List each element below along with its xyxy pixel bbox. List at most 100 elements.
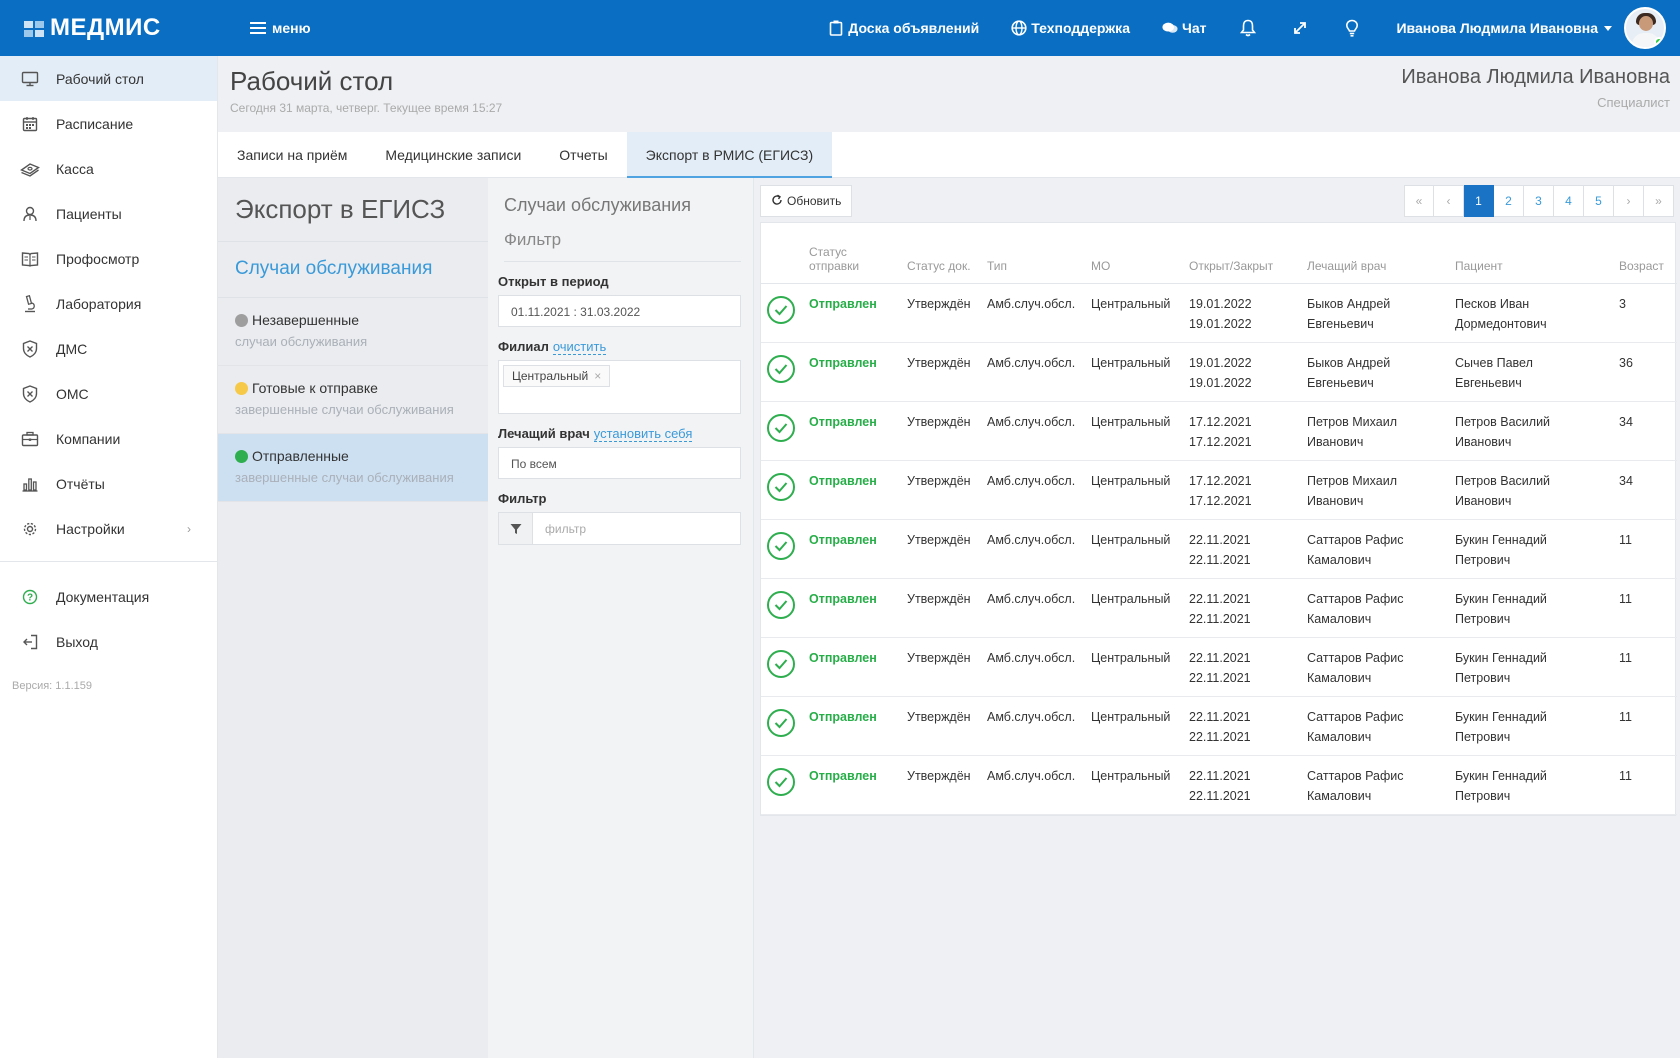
col-dates[interactable]: Открыт/Закрыт [1183,223,1301,284]
user-menu[interactable]: Иванова Людмила Ивановна [1396,20,1612,36]
category-ready[interactable]: Готовые к отправке завершенные случаи об… [218,366,488,434]
page-next[interactable]: › [1614,185,1644,217]
row-dates: 17.12.2021 17.12.2021 [1183,460,1301,520]
row-status: Отправлен [803,342,901,402]
row-dates: 22.11.2021 22.11.2021 [1183,637,1301,697]
category-cases-link[interactable]: Случаи обслуживания [218,242,488,298]
status-dot-icon [235,381,248,395]
sidebar-item-exit[interactable]: Выход [0,619,217,664]
row-doc-status: Утверждён [901,342,981,402]
category-sent[interactable]: Отправленные завершенные случаи обслужив… [218,434,488,502]
period-input[interactable]: 01.11.2021 : 31.03.2022 [498,295,741,327]
menu-label: меню [272,20,311,36]
row-patient: Сычев Павел Евгеньевич [1449,342,1613,402]
sidebar-item-desktop[interactable]: Рабочий стол [0,56,217,101]
branch-label: Филиал очистить [498,339,607,355]
table-toolbar: Обновить « ‹ 1 2 3 4 5 › » [760,185,1674,217]
close-icon[interactable]: × [594,369,601,383]
row-status: Отправлен [803,401,901,461]
category-desc: завершенные случаи обслуживания [235,402,454,417]
col-patient[interactable]: Пациент [1449,223,1613,284]
page-last[interactable]: » [1644,185,1674,217]
svg-text:?: ? [27,592,33,603]
row-doc-status: Утверждён [901,519,981,579]
logo-mark-icon [24,18,46,38]
branch-select[interactable]: Центральный × [498,360,741,414]
filter-panel: Случаи обслуживания Фильтр Открыт в пери… [488,178,754,1058]
branch-clear-link[interactable]: очистить [552,339,607,355]
sidebar-item-dms[interactable]: ДМС [0,326,217,371]
page-4[interactable]: 4 [1554,185,1584,217]
row-doc-status: Утверждён [901,637,981,697]
cash-icon [20,159,40,179]
board-link[interactable]: Доска объявлений [828,20,979,36]
refresh-button[interactable]: Обновить [760,185,853,217]
sidebar-item-reports[interactable]: Отчёты [0,461,217,506]
branch-chip: Центральный × [503,365,611,387]
doctor-set-self-link[interactable]: установить себя [593,426,693,442]
app-logo[interactable]: МЕДМИС [0,0,218,56]
col-doc-status[interactable]: Статус док. [901,223,981,284]
category-desc: случаи обслуживания [235,334,368,349]
cases-table: Статус отправки Статус док. Тип МО Откры… [761,223,1677,815]
row-type: Амб.случ.обсл. [981,283,1085,343]
category-label: Готовые к отправке [252,380,378,396]
page-2[interactable]: 2 [1494,185,1524,217]
lightbulb-icon[interactable] [1342,18,1362,38]
avatar[interactable] [1624,7,1666,49]
col-mo[interactable]: МО [1085,223,1183,284]
sidebar-item-patients[interactable]: Пациенты [0,191,217,236]
row-dates: 22.11.2021 22.11.2021 [1183,519,1301,579]
col-age[interactable]: Возраст [1613,223,1677,284]
table-row[interactable]: Отправлен Утверждён Амб.случ.обсл. Центр… [761,401,1677,461]
sidebar-item-laboratory[interactable]: Лаборатория [0,281,217,326]
sidebar-item-companies[interactable]: Компании [0,416,217,461]
support-link[interactable]: Техподдержка [1011,20,1130,36]
fullscreen-icon[interactable] [1290,18,1310,38]
sidebar-item-schedule[interactable]: Расписание [0,101,217,146]
tab-medical-records[interactable]: Медицинские записи [366,132,540,178]
doctor-select[interactable]: По всем [498,447,741,479]
table-row[interactable]: Отправлен Утверждён Амб.случ.обсл. Центр… [761,578,1677,638]
col-type[interactable]: Тип [981,223,1085,284]
chat-link[interactable]: Чат [1162,20,1206,36]
tab-appointments[interactable]: Записи на приём [218,132,366,178]
page-first[interactable]: « [1404,185,1434,217]
sidebar-item-checkup[interactable]: Профосмотр [0,236,217,281]
menu-button[interactable]: меню [250,20,311,36]
table-row[interactable]: Отправлен Утверждён Амб.случ.обсл. Центр… [761,637,1677,697]
col-status[interactable]: Статус отправки [803,223,901,284]
sidebar-item-oms[interactable]: ОМС [0,371,217,416]
col-doctor[interactable]: Лечащий врач [1301,223,1449,284]
row-status: Отправлен [803,578,901,638]
table-row[interactable]: Отправлен Утверждён Амб.случ.обсл. Центр… [761,283,1677,343]
row-mo: Центральный [1085,578,1183,638]
sidebar-item-label: Профосмотр [56,250,140,267]
page-prev[interactable]: ‹ [1434,185,1464,217]
table-row[interactable]: Отправлен Утверждён Амб.случ.обсл. Центр… [761,460,1677,520]
gear-icon [20,519,40,539]
row-dates: 19.01.2022 19.01.2022 [1183,283,1301,343]
page-3[interactable]: 3 [1524,185,1554,217]
category-unfinished[interactable]: Незавершенные случаи обслуживания [218,298,488,366]
tab-reports[interactable]: Отчеты [540,132,626,178]
sidebar-item-settings[interactable]: Настройки › [0,506,217,551]
row-patient: Петров Василий Иванович [1449,401,1613,461]
sidebar-item-cash[interactable]: Касса [0,146,217,191]
bell-icon[interactable] [1238,18,1258,38]
page-1[interactable]: 1 [1464,185,1494,217]
sidebar-item-docs[interactable]: ? Документация [0,574,217,619]
sidebar-item-label: Пациенты [56,205,122,222]
table-header-row: Статус отправки Статус док. Тип МО Откры… [761,223,1677,284]
table-row[interactable]: Отправлен Утверждён Амб.случ.обсл. Центр… [761,755,1677,815]
funnel-icon[interactable] [499,513,533,544]
online-status-icon [1654,37,1664,47]
shield-icon [20,384,40,404]
filter-search-input[interactable]: фильтр [533,513,740,544]
table-row[interactable]: Отправлен Утверждён Амб.случ.обсл. Центр… [761,342,1677,402]
tab-export-rmis[interactable]: Экспорт в РМИС (ЕГИСЗ) [626,132,833,178]
table-row[interactable]: Отправлен Утверждён Амб.случ.обсл. Центр… [761,696,1677,756]
page-5[interactable]: 5 [1584,185,1614,217]
table-row[interactable]: Отправлен Утверждён Амб.случ.обсл. Центр… [761,519,1677,579]
book-icon [20,249,40,269]
